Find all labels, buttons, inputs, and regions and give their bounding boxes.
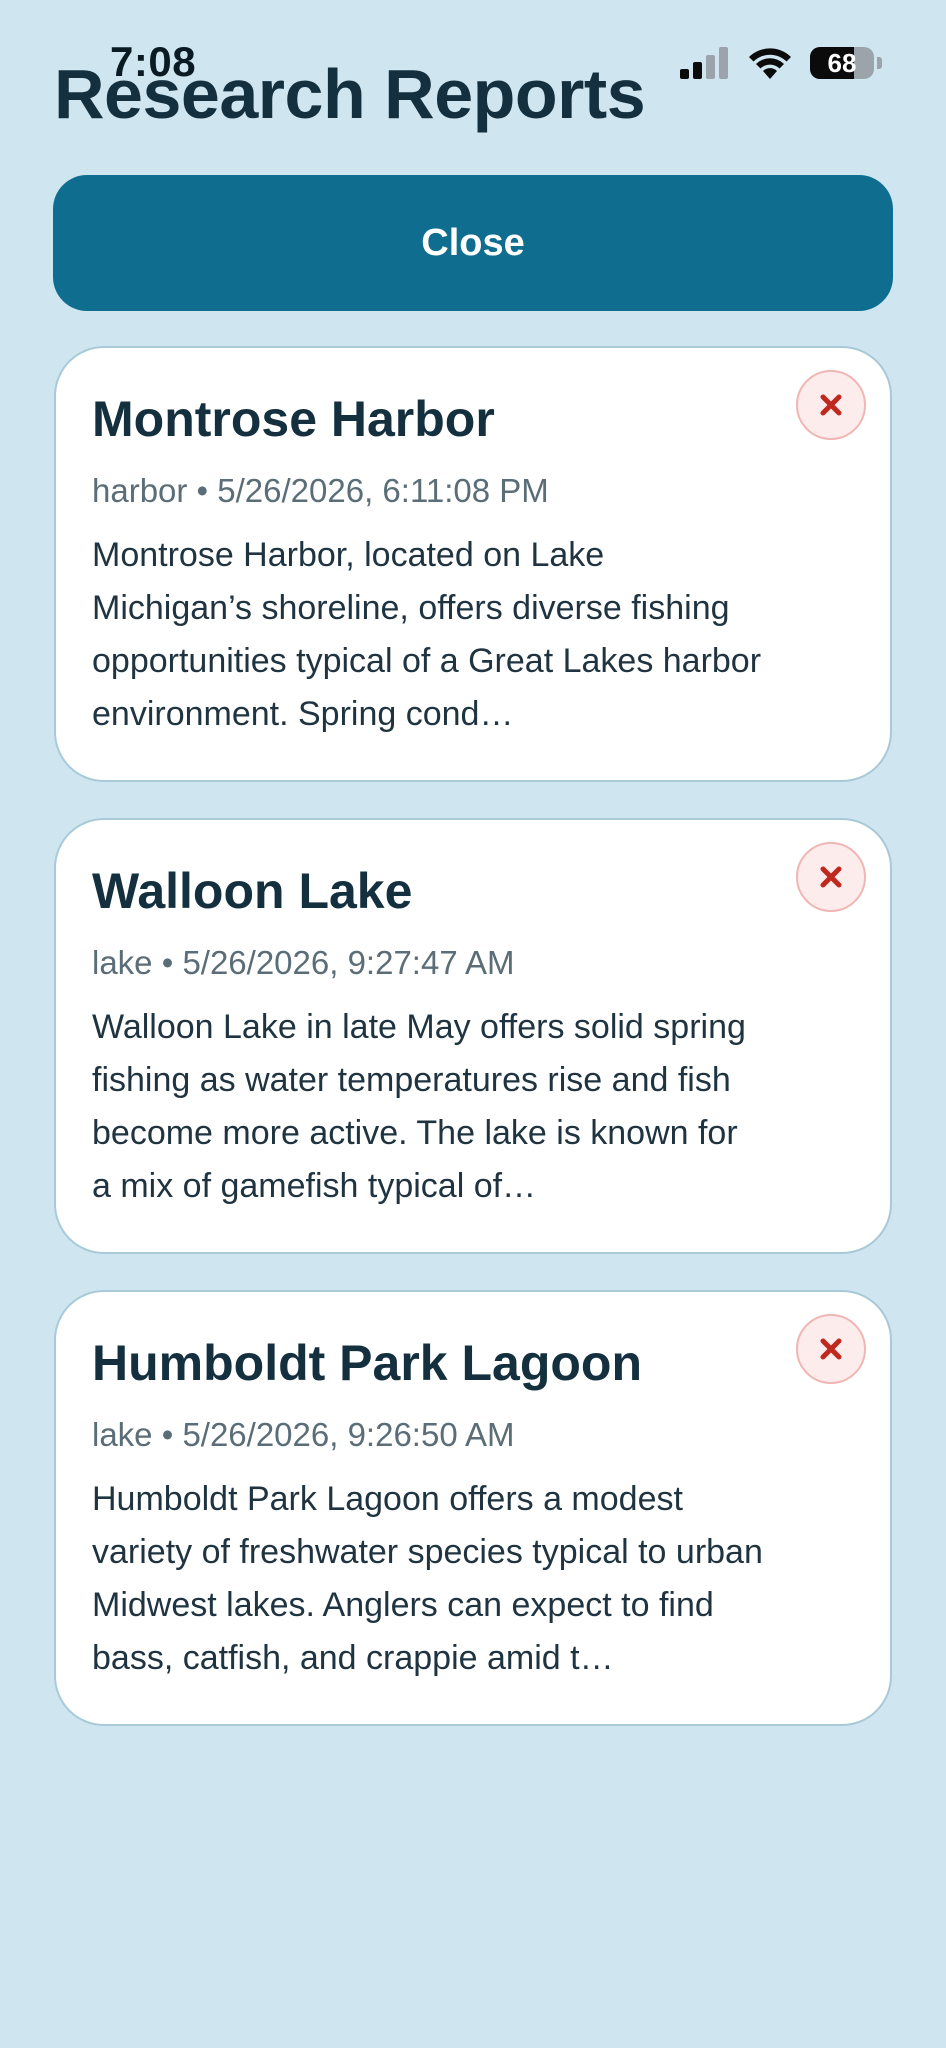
- wifi-icon: [749, 48, 791, 79]
- report-summary: Humboldt Park Lagoon offers a modest var…: [92, 1479, 763, 1677]
- delete-report-button[interactable]: [796, 370, 866, 440]
- report-card[interactable]: Montrose Harbor harbor • 5/26/2026, 6:11…: [54, 346, 892, 782]
- report-title: Montrose Harbor: [92, 391, 495, 447]
- battery-icon: 68: [810, 47, 874, 79]
- report-timestamp: 5/26/2026, 9:27:47 AM: [182, 944, 515, 981]
- battery-cap: [877, 57, 882, 69]
- cellular-signal-icon: [680, 47, 728, 79]
- status-time: 7:08: [110, 38, 197, 85]
- report-card[interactable]: Humboldt Park Lagoon lake • 5/26/2026, 9…: [54, 1290, 892, 1726]
- report-meta: lake • 5/26/2026, 9:27:47 AM: [92, 943, 854, 983]
- close-x-icon: [820, 1338, 842, 1360]
- report-type: harbor: [92, 472, 188, 509]
- report-type: lake: [92, 1416, 153, 1453]
- close-button[interactable]: Close: [53, 175, 893, 311]
- report-timestamp: 5/26/2026, 9:26:50 AM: [182, 1416, 515, 1453]
- battery-percent: 68: [827, 47, 857, 78]
- report-card[interactable]: Walloon Lake lake • 5/26/2026, 9:27:47 A…: [54, 818, 892, 1254]
- delete-report-button[interactable]: [796, 1314, 866, 1384]
- report-timestamp: 5/26/2026, 6:11:08 PM: [217, 472, 549, 509]
- status-bar: 7:08 68: [0, 0, 946, 110]
- report-list: Montrose Harbor harbor • 5/26/2026, 6:11…: [54, 346, 892, 1726]
- meta-separator: •: [152, 944, 183, 981]
- report-meta: harbor • 5/26/2026, 6:11:08 PM: [92, 471, 854, 511]
- report-summary: Montrose Harbor, located on Lake Michiga…: [92, 535, 762, 733]
- delete-report-button[interactable]: [796, 842, 866, 912]
- meta-separator: •: [152, 1416, 183, 1453]
- report-meta: lake • 5/26/2026, 9:26:50 AM: [92, 1415, 854, 1455]
- meta-separator: •: [187, 472, 218, 509]
- close-x-icon: [820, 394, 842, 416]
- report-title: Humboldt Park Lagoon: [92, 1335, 642, 1391]
- report-summary: Walloon Lake in late May offers solid sp…: [92, 1007, 746, 1205]
- close-x-icon: [820, 866, 842, 888]
- report-type: lake: [92, 944, 153, 981]
- report-title: Walloon Lake: [92, 863, 413, 919]
- status-indicators: 68: [680, 46, 882, 80]
